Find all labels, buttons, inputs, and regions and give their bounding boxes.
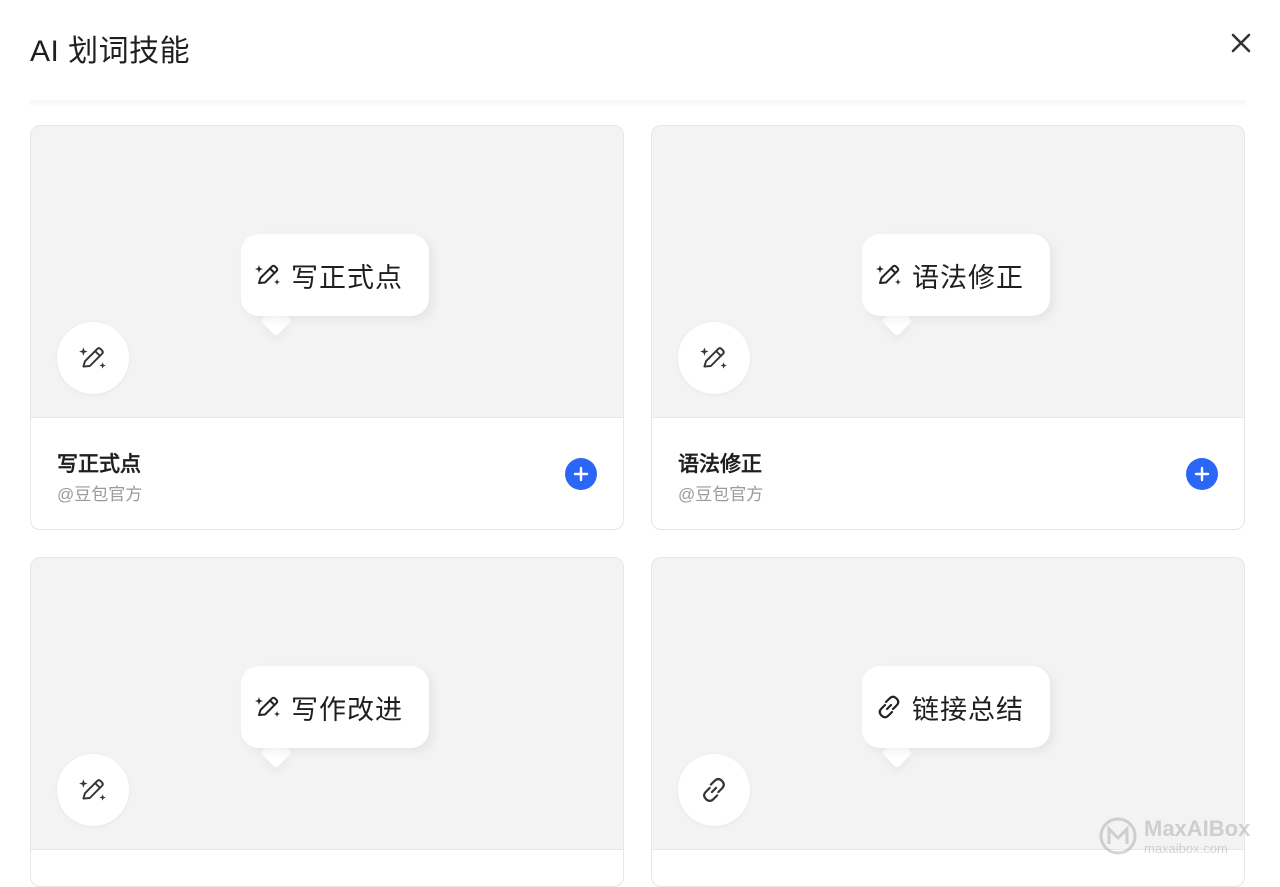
bubble-content: 语法修正 bbox=[862, 234, 1050, 316]
skill-card-improve-writing[interactable]: 写作改进 bbox=[30, 557, 624, 887]
magic-pen-icon bbox=[79, 779, 106, 801]
skill-info: 写正式点 @豆包官方 bbox=[31, 418, 623, 529]
skill-icon-badge bbox=[678, 322, 750, 394]
bubble-label: 写作改进 bbox=[291, 694, 403, 725]
scroll-fade bbox=[30, 100, 1245, 108]
bubble-label: 链接总结 bbox=[912, 694, 1024, 725]
link-icon bbox=[703, 778, 725, 802]
skill-preview: 链接总结 bbox=[652, 558, 1244, 850]
watermark-sub: maxaibox.com bbox=[1144, 840, 1228, 856]
skill-icon-badge bbox=[57, 322, 129, 394]
skill-icon-badge bbox=[57, 754, 129, 826]
skill-author: @豆包官方 bbox=[57, 485, 143, 504]
link-icon bbox=[878, 695, 900, 719]
add-skill-button[interactable] bbox=[1186, 458, 1218, 490]
watermark-main: MaxAIBox bbox=[1144, 815, 1251, 841]
close-button[interactable] bbox=[1224, 26, 1258, 60]
magic-pen-icon bbox=[255, 264, 280, 285]
skill-preview: 语法修正 bbox=[652, 126, 1244, 418]
preview-bubble: 链接总结 bbox=[862, 666, 1050, 769]
skill-card-grammar[interactable]: 语法修正 语法修正 @豆包官方 bbox=[651, 125, 1245, 530]
watermark: MaxAIBox maxaibox.com bbox=[1098, 812, 1273, 860]
preview-bubble: 语法修正 bbox=[862, 234, 1050, 337]
bubble-content: 写作改进 bbox=[241, 666, 429, 748]
skill-name: 语法修正 bbox=[678, 453, 762, 476]
skill-card-formal[interactable]: 写正式点 写正式点 @豆包官方 bbox=[30, 125, 624, 530]
preview-bubble: 写正式点 bbox=[241, 234, 429, 337]
watermark-logo-icon bbox=[1099, 817, 1137, 855]
skill-info: 语法修正 @豆包官方 bbox=[652, 418, 1244, 529]
watermark-text: MaxAIBox maxaibox.com bbox=[1144, 815, 1251, 856]
close-icon bbox=[1231, 33, 1251, 53]
skill-name: 写正式点 bbox=[57, 453, 141, 476]
skill-author: @豆包官方 bbox=[678, 485, 764, 504]
magic-pen-icon bbox=[255, 696, 280, 717]
ai-skills-dialog: AI 划词技能 写正式点 写正式点 @豆包官方 语法修正 语法修正 @豆包官方 … bbox=[0, 0, 1280, 887]
skill-icon-badge bbox=[678, 754, 750, 826]
dialog-title: AI 划词技能 bbox=[30, 35, 191, 68]
skill-preview: 写作改进 bbox=[31, 558, 623, 850]
plus-icon bbox=[573, 466, 589, 482]
bubble-label: 写正式点 bbox=[291, 262, 403, 293]
skill-preview: 写正式点 bbox=[31, 126, 623, 418]
add-skill-button[interactable] bbox=[565, 458, 597, 490]
magic-pen-icon bbox=[79, 347, 106, 369]
magic-pen-icon bbox=[700, 347, 727, 369]
magic-pen-icon bbox=[876, 264, 901, 285]
plus-icon bbox=[1194, 466, 1210, 482]
bubble-label: 语法修正 bbox=[912, 262, 1024, 293]
bubble-content: 链接总结 bbox=[862, 666, 1050, 748]
preview-bubble: 写作改进 bbox=[241, 666, 429, 769]
bubble-content: 写正式点 bbox=[241, 234, 429, 316]
